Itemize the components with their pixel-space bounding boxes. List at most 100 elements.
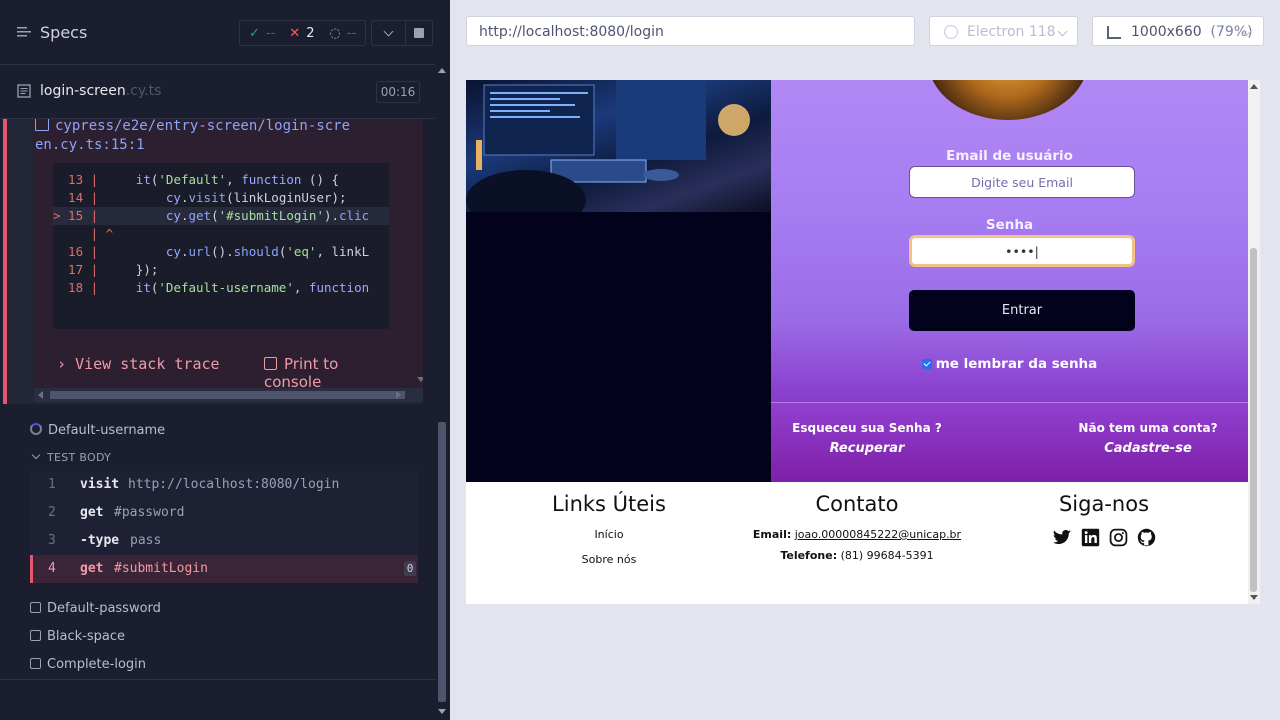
- element-count-badge: 0: [404, 561, 416, 576]
- stop-icon: [413, 28, 424, 38]
- signup-link[interactable]: Cadastre-se: [1068, 441, 1228, 456]
- email-label: Email de usuário: [946, 148, 1073, 164]
- error-panel: cypress/e2e/entry-screen/login-scre en.c…: [3, 119, 423, 404]
- specs-title[interactable]: Specs: [40, 23, 87, 42]
- spec-header: login-screen.cy.ts 00:16: [0, 64, 435, 119]
- twitter-icon[interactable]: [1052, 528, 1072, 547]
- reporter-scrollbar[interactable]: [435, 64, 450, 720]
- hero-background: [466, 212, 771, 482]
- login-panel: Email de usuário Digite seu Email Senha …: [771, 80, 1248, 483]
- github-icon[interactable]: [1137, 528, 1156, 547]
- avatar: [928, 80, 1088, 120]
- code-line: 13 | it('Default', function () {: [53, 172, 340, 187]
- pending-count: --: [346, 25, 357, 41]
- test-stats: ✓ -- ✕ 2 ◌ --: [239, 20, 366, 46]
- instagram-icon[interactable]: [1109, 528, 1128, 547]
- menu-icon[interactable]: [17, 25, 31, 39]
- hero-image: [466, 80, 771, 212]
- code-line: 18 | it('Default-username', function: [53, 280, 370, 295]
- cross-icon: ✕: [289, 25, 301, 41]
- scroll-thumb[interactable]: [1250, 248, 1257, 592]
- divider: [0, 679, 435, 680]
- app-preview: http://localhost:8080/login Electron 118…: [450, 0, 1280, 720]
- pending-test-icon: [30, 658, 41, 669]
- desk-scene-illustration: [466, 80, 750, 212]
- spec-file-name: login-screen.cy.ts: [40, 83, 162, 99]
- code-line: 17 | });: [53, 262, 159, 277]
- code-frame: 13 | it('Default', function () { 14 | cy…: [53, 163, 389, 329]
- forgot-password-text: Esqueceu sua Senha ?: [792, 421, 942, 435]
- scroll-thumb[interactable]: [50, 391, 405, 399]
- email-input[interactable]: Digite seu Email: [909, 166, 1135, 198]
- remember-me[interactable]: me lembrar da senha: [771, 356, 1248, 372]
- command-row-failed[interactable]: 4 get #submitLogin 0: [30, 555, 418, 583]
- useful-links-title: Links Úteis: [552, 492, 666, 516]
- contact-title: Contato: [815, 492, 899, 516]
- scroll-right-icon[interactable]: [396, 391, 401, 399]
- remember-checkbox[interactable]: [921, 359, 932, 369]
- test-body-toggle[interactable]: TEST BODY: [30, 450, 111, 464]
- viewport-selector[interactable]: 1000x660 (79%): [1092, 16, 1264, 46]
- password-label: Senha: [985, 217, 1034, 233]
- chevron-down-icon: [31, 450, 41, 460]
- command-row[interactable]: 2 get #password: [30, 499, 418, 527]
- test-default-username[interactable]: Default-username: [30, 423, 165, 438]
- scroll-down-icon[interactable]: [417, 377, 423, 382]
- command-row[interactable]: 3 -type pass: [30, 527, 418, 555]
- stop-button[interactable]: [405, 20, 433, 46]
- scroll-down-icon[interactable]: [438, 709, 446, 714]
- failed-count: 2: [306, 25, 315, 41]
- scroll-thumb[interactable]: [438, 422, 446, 702]
- error-hscroll[interactable]: [34, 388, 423, 402]
- pending-icon: ◌: [329, 25, 341, 41]
- reporter-panel: Specs ✓ -- ✕ 2 ◌ -- login-screen.cy.ts 0…: [0, 0, 450, 720]
- submit-login-button[interactable]: Entrar: [909, 290, 1135, 331]
- no-account-text: Não tem uma conta?: [1078, 421, 1218, 435]
- error-file-link[interactable]: cypress/e2e/entry-screen/login-scre en.c…: [35, 119, 365, 155]
- command-row[interactable]: 1 visit http://localhost:8080/login: [30, 471, 418, 499]
- chevron-down-icon: [1057, 26, 1068, 37]
- footer-link-about[interactable]: Sobre nós: [509, 553, 709, 566]
- footer: Links Úteis Início Sobre nós Contato Ema…: [466, 482, 1248, 604]
- dropdown-button[interactable]: [371, 20, 406, 46]
- console-icon: [264, 357, 277, 370]
- chevron-down-icon: [383, 26, 394, 37]
- file-icon: [35, 119, 49, 131]
- frame-scrollbar[interactable]: [1248, 80, 1260, 604]
- scroll-up-icon[interactable]: [438, 68, 446, 73]
- browser-selector[interactable]: Electron 118: [929, 16, 1078, 46]
- passed-count: --: [265, 25, 276, 41]
- test-default-password[interactable]: Default-password: [30, 601, 161, 616]
- electron-icon: [944, 25, 958, 39]
- view-stack-trace-button[interactable]: › View stack trace: [57, 355, 220, 373]
- scroll-down-icon[interactable]: [1250, 595, 1258, 600]
- ruler-icon: [1107, 26, 1121, 39]
- linkedin-icon[interactable]: [1081, 528, 1100, 547]
- scroll-left-icon[interactable]: [38, 391, 43, 399]
- spec-duration: 00:16: [376, 81, 420, 103]
- error-vscroll[interactable]: [415, 119, 423, 389]
- scroll-up-icon[interactable]: [1250, 84, 1258, 89]
- app-frame: Email de usuário Digite seu Email Senha …: [466, 80, 1260, 604]
- file-icon: [17, 84, 31, 98]
- reporter-header: Specs ✓ -- ✕ 2 ◌ --: [0, 0, 435, 65]
- footer-link-home[interactable]: Início: [509, 528, 709, 541]
- print-to-console-button[interactable]: Print to console: [264, 355, 393, 391]
- code-line: | ^: [53, 226, 114, 241]
- account-links: Esqueceu sua Senha ? Recuperar Não tem u…: [771, 402, 1248, 483]
- contact-email: Email: joao.00000845222@unicap.br: [752, 528, 962, 541]
- check-icon: ✓: [249, 25, 260, 41]
- social-links: [1039, 528, 1169, 548]
- code-line-highlighted: > 15 | cy.get('#submitLogin').clic: [53, 207, 389, 225]
- follow-title: Siga-nos: [1058, 492, 1150, 516]
- test-black-space[interactable]: Black-space: [30, 629, 125, 644]
- contact-phone: Telefone: (81) 99684-5391: [780, 549, 934, 562]
- password-input[interactable]: ••••|: [909, 235, 1135, 267]
- email-link[interactable]: joao.00000845222@unicap.br: [795, 528, 961, 541]
- test-complete-login[interactable]: Complete-login: [30, 657, 146, 672]
- pending-test-icon: [30, 630, 41, 641]
- recover-link[interactable]: Recuperar: [787, 441, 947, 456]
- code-line: 16 | cy.url().should('eq', linkL: [53, 244, 370, 259]
- url-bar[interactable]: http://localhost:8080/login: [466, 16, 915, 46]
- error-actions: › View stack trace Print to console: [53, 355, 393, 391]
